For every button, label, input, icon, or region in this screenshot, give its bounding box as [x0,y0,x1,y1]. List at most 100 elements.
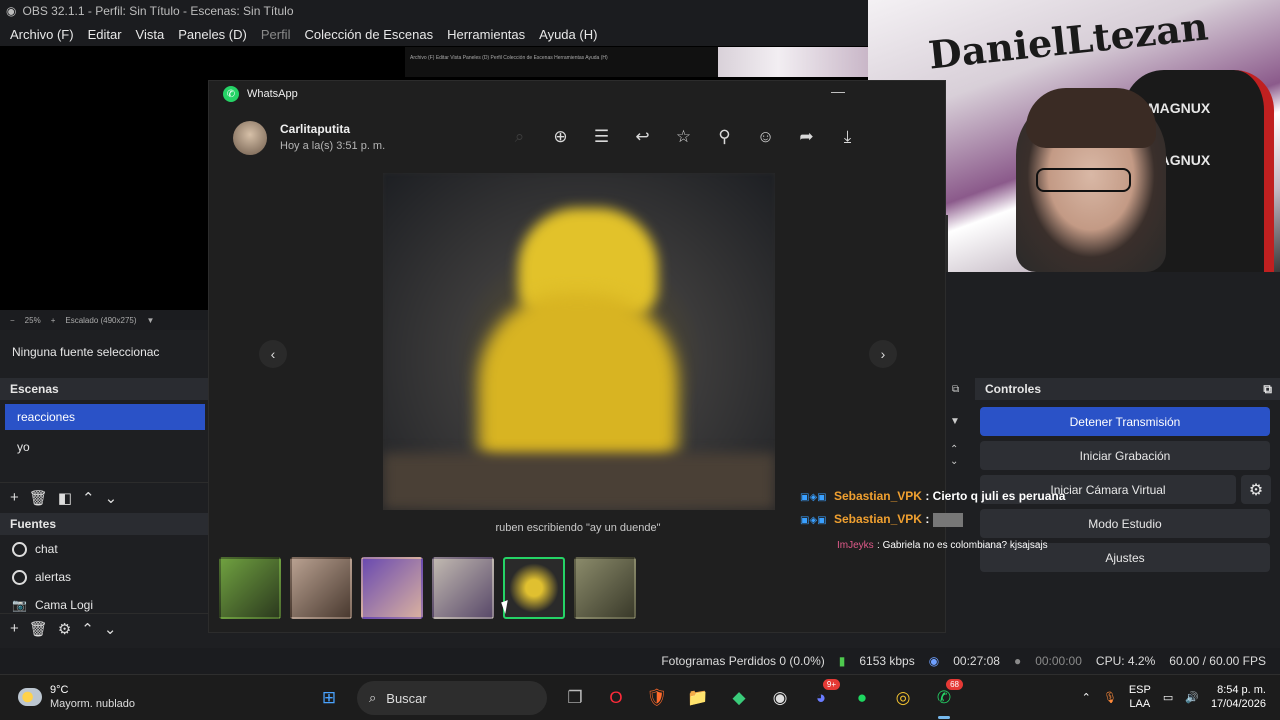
menu-vista[interactable]: Vista [136,27,165,42]
scenes-toolbar: + 🗑 ◧ ⌃ ⌄ [0,482,210,512]
forward-icon[interactable]: ➦ [786,127,827,147]
source-settings-icon[interactable]: ⚙ [58,620,71,638]
stop-streaming-button[interactable]: Detener Transmisión [980,407,1270,436]
obs-icon[interactable]: ◉ [763,681,797,715]
filters-icon[interactable]: ◧ [58,489,72,507]
remove-scene-icon[interactable]: 🗑 [29,489,48,507]
taskbar-search[interactable]: ⌕ Buscar [357,681,547,715]
clock-date: 17/04/2026 [1210,698,1266,710]
whatsapp-icon[interactable]: ✆ 68 [927,679,963,719]
zoom-out-button[interactable]: − [10,316,15,325]
reply-icon[interactable]: ↩ [622,127,663,147]
source-item-alertas[interactable]: alertas [0,563,210,591]
thumbnail[interactable] [290,557,352,619]
move-up-icon[interactable]: ⌃ [81,620,94,638]
menu-archivo[interactable]: Archivo (F) [10,27,74,42]
whatsapp-logo-icon: ✆ [223,86,239,102]
weather-widget[interactable]: 9°C Mayorm. nublado [18,683,135,711]
network-icon[interactable]: ▭ [1163,691,1173,704]
source-item-chat[interactable]: chat [0,535,210,563]
clock-time: 8:54 p. m. [1217,684,1266,696]
previous-media-icon[interactable]: ‹ [259,340,287,368]
badge-icons: ▣◈▣ [800,515,827,526]
preview-zoom-bar: − 25% + Escalado (490x275) ▼ [0,310,210,330]
brave-icon[interactable]: 🛡 [640,681,674,715]
chevron-up-icon[interactable]: ⌃ [1082,691,1091,704]
minimize-icon[interactable]: — [831,83,845,99]
language-indicator[interactable]: ESP LAA [1129,683,1151,711]
source-label: chat [35,542,58,556]
pin-icon[interactable]: ⚲ [704,127,745,147]
bitrate: 6153 kbps [859,654,915,668]
task-view-icon[interactable]: ❐ [558,681,592,715]
source-label: Cama Logi [34,598,93,612]
scene-item-yo[interactable]: yo [5,434,205,460]
avatar[interactable] [233,121,267,155]
no-source-label: Ninguna fuente seleccionac [12,345,160,359]
add-source-icon[interactable]: + [10,620,19,637]
download-icon[interactable]: ⤓ [827,127,868,147]
remove-source-icon[interactable]: 🗑 [29,620,48,638]
microphone-icon[interactable]: 🎙 [1103,691,1117,704]
menu-herramientas[interactable]: Herramientas [447,27,525,42]
discord-icon[interactable]: ◕ 9+ [804,679,840,715]
recursive-menu-text: Archivo (F) Editar Vista Paneles (D) Per… [410,55,608,61]
dropped-frames: Fotogramas Perdidos 0 (0.0%) [661,654,825,668]
windows-start-icon[interactable]: ⊞ [312,681,346,715]
captions-icon[interactable]: ☰ [581,127,622,147]
scale-label: Escalado (490x275) [65,315,137,325]
spotify-icon[interactable]: ● [845,681,879,715]
dock-float-icon[interactable]: ⧉ [1263,382,1272,397]
weather-temperature: 9°C [50,684,69,696]
virtual-camera-settings-icon[interactable]: ⚙ [1241,475,1271,504]
weather-description: Mayorm. nublado [50,698,135,710]
dropdown-icon[interactable]: ▼ [950,416,960,427]
opera-icon[interactable]: O [599,681,633,715]
menu-perfil[interactable]: Perfil [261,27,291,42]
record-icon: ● [1013,654,1022,668]
zoom-in-icon[interactable]: ⊕ [540,127,581,147]
menu-coleccion[interactable]: Colección de Escenas [304,27,433,42]
volume-icon[interactable]: 🔊 [1185,691,1199,704]
record-time: 00:00:00 [1035,654,1082,668]
thumbnail[interactable] [361,557,423,619]
scale-dropdown-icon[interactable]: ▼ [147,316,155,325]
media-image[interactable] [383,173,775,510]
sources-title: Fuentes [0,513,210,535]
image-floor [383,453,775,510]
message-timestamp: Hoy a la(s) 3:51 p. m. [280,140,386,152]
menu-ayuda[interactable]: Ayuda (H) [539,27,597,42]
sources-toolbar: + 🗑 ⚙ ⌃ ⌄ [0,613,210,643]
start-recording-button[interactable]: Iniciar Grabación [980,441,1270,470]
zoom-in-button[interactable]: + [51,316,56,325]
dock-float-icon[interactable]: ⧉ [952,384,959,395]
menu-paneles[interactable]: Paneles (D) [178,27,247,42]
thumbnail[interactable] [574,557,636,619]
system-tray: ⌃ 🎙 ESP LAA ▭ 🔊 8:54 p. m. 17/04/2026 [1082,683,1266,711]
chrome-icon[interactable]: ◎ [886,681,920,715]
chat-text: Cierto q juli es peruana [932,489,1066,503]
chat-message: ▣◈▣ Sebastian_VPK : Cierto q juli es per… [800,489,1066,503]
move-up-icon[interactable]: ⌃ [82,489,95,507]
move-down-icon[interactable]: ⌄ [104,620,117,638]
react-icon[interactable]: ☺ [745,127,786,147]
thumbnail-selected[interactable] [503,557,565,619]
thumbnail[interactable] [219,557,281,619]
file-explorer-icon[interactable]: 📁 [681,681,715,715]
thumbnail[interactable] [432,557,494,619]
move-down-icon[interactable]: ⌄ [105,489,118,507]
source-label: alertas [35,570,72,584]
app-icon[interactable]: ◆ [722,681,756,715]
scene-item-reacciones[interactable]: reacciones [5,404,205,430]
spin-down-icon[interactable]: ⌄ [950,456,958,467]
clock[interactable]: 8:54 p. m. 17/04/2026 [1211,683,1266,711]
chat-message: ▣◈▣ Sebastian_VPK : [800,512,963,527]
star-icon[interactable]: ☆ [663,127,704,147]
spin-up-icon[interactable]: ⌃ [950,444,958,455]
whatsapp-titlebar: ✆ WhatsApp — [209,81,945,107]
keyboard-layout: LAA [1129,698,1151,710]
add-scene-icon[interactable]: + [10,489,19,506]
media-header: Carlitaputita Hoy a la(s) 3:51 p. m. ⌕ ⊕… [209,107,947,167]
menu-editar[interactable]: Editar [88,27,122,42]
next-media-icon[interactable]: › [869,340,897,368]
